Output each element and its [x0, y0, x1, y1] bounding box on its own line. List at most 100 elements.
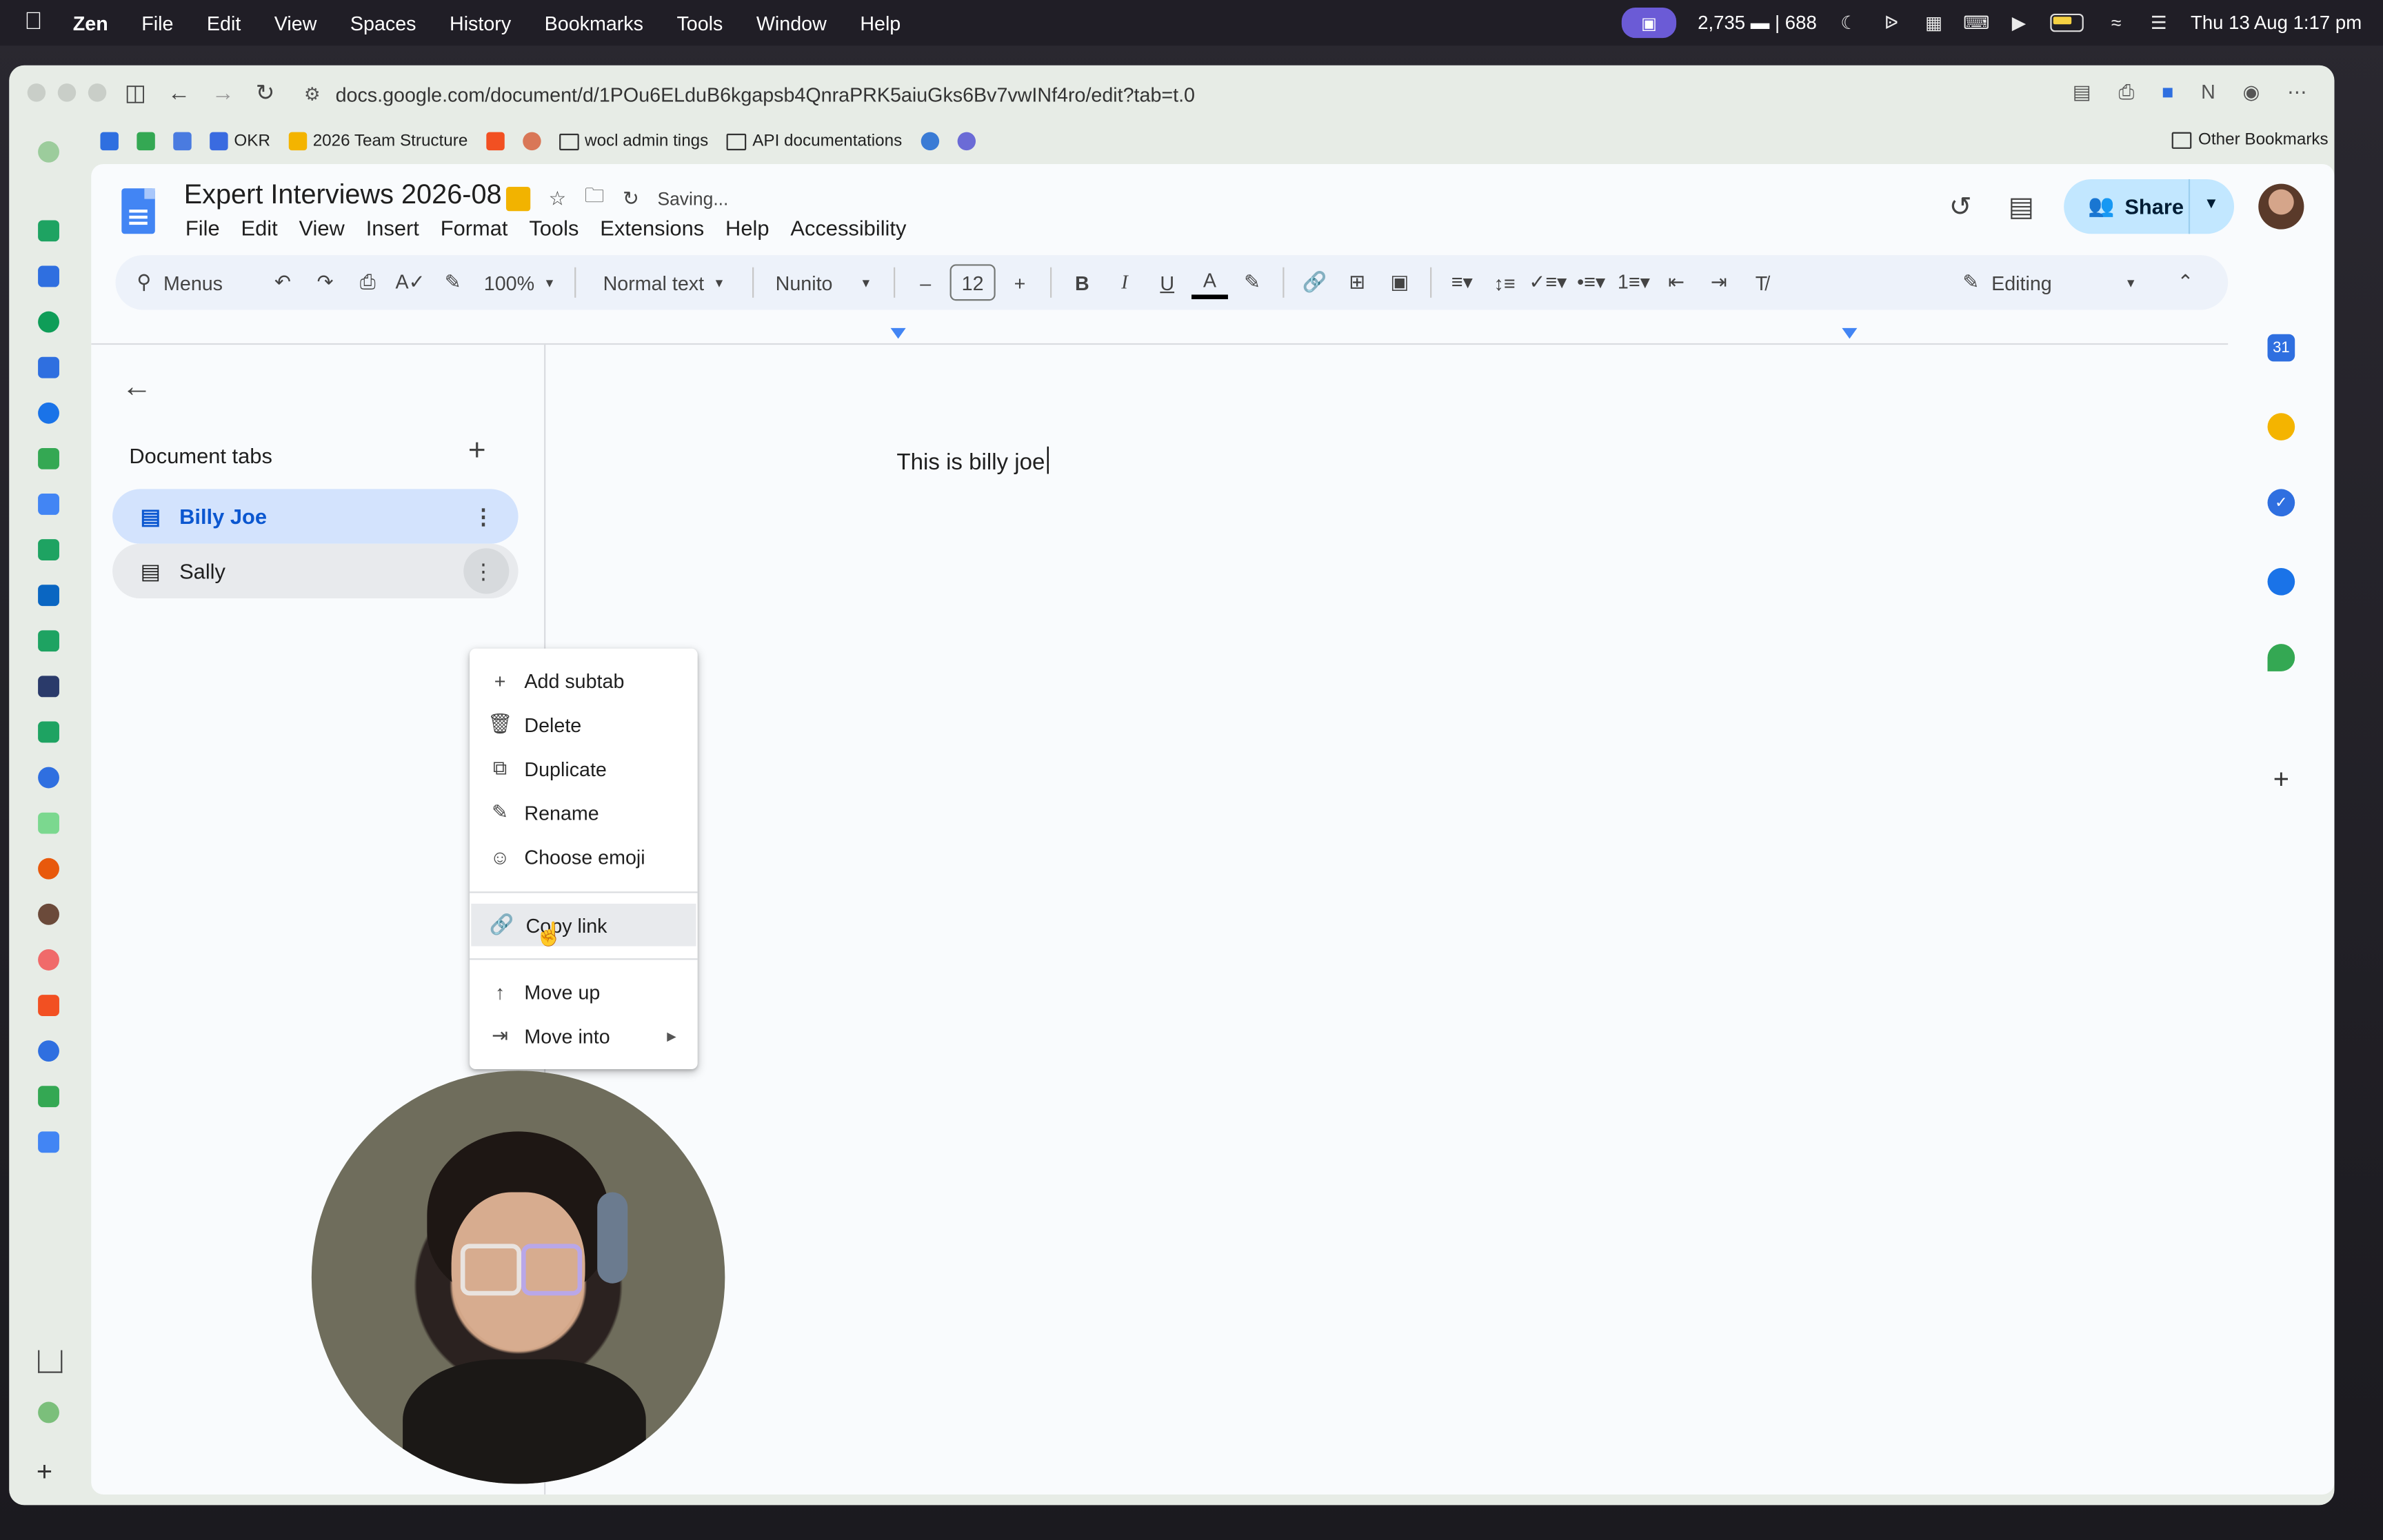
docs-icon[interactable] — [38, 494, 59, 515]
menu-item-delete[interactable]: 🗑 Delete — [470, 703, 698, 746]
webcam-bubble[interactable] — [311, 1071, 725, 1484]
bluetooth-icon[interactable]: ᐉ — [1880, 12, 1902, 34]
screen-record-icon[interactable]: ▣ — [1621, 8, 1677, 39]
docs-logo-icon[interactable] — [121, 188, 155, 234]
pinned-tab-icon[interactable] — [38, 539, 59, 560]
pinned-tab-icon[interactable] — [38, 721, 59, 743]
keyboard-icon[interactable]: ⌨ — [1963, 12, 1989, 34]
move-folder-icon[interactable]: 🗀 — [585, 182, 605, 215]
zen-space-icon[interactable] — [38, 1401, 59, 1424]
minimize-window-button[interactable] — [57, 83, 77, 102]
numbered-list-icon[interactable]: 1≡▾ — [1616, 261, 1652, 304]
maps-icon[interactable] — [2267, 644, 2295, 671]
tasks-icon[interactable]: ✓ — [2267, 489, 2295, 517]
calendar-icon[interactable] — [38, 356, 59, 378]
back-arrow-icon[interactable]: ← — [121, 371, 152, 406]
align-icon[interactable]: ≡▾ — [1444, 261, 1480, 304]
label-icon[interactable] — [505, 186, 531, 212]
play-icon[interactable]: ▶ — [2009, 12, 2030, 34]
menu-item-choose-emoji[interactable]: ☺ Choose emoji — [470, 835, 698, 878]
docs-menu-edit[interactable]: Edit — [241, 216, 277, 240]
bookmark-folder-wocl[interactable]: wocl admin tings — [559, 132, 708, 150]
bookmark-team-structure[interactable]: 2026 Team Structure — [288, 132, 467, 151]
undo-icon[interactable]: ↶ — [265, 261, 301, 304]
app-icon[interactable] — [38, 767, 59, 789]
text-color-icon[interactable]: A — [1192, 267, 1228, 298]
bookmark-11[interactable] — [956, 132, 976, 151]
chrome-icon[interactable] — [38, 402, 59, 424]
docs-menu-extensions[interactable]: Extensions — [600, 216, 704, 240]
more-icon[interactable]: ⋯ — [2287, 81, 2307, 105]
contacts-icon[interactable] — [2267, 567, 2295, 596]
comments-icon[interactable]: ▤ — [2003, 188, 2040, 225]
calendar-icon[interactable]: 31 — [2267, 334, 2295, 362]
hex-icon[interactable] — [38, 676, 59, 698]
menu-spaces[interactable]: Spaces — [350, 12, 416, 34]
tab-sally[interactable]: ▤ Sally ⋮ — [112, 543, 519, 599]
docs-menu-tools[interactable]: Tools — [529, 216, 579, 240]
drive-icon[interactable] — [38, 1086, 59, 1108]
right-indent-marker[interactable] — [1842, 327, 1858, 339]
docs-menu-format[interactable]: Format — [441, 216, 508, 240]
docs-menu-help[interactable]: Help — [725, 216, 769, 240]
menu-history[interactable]: History — [450, 12, 511, 34]
reader-icon[interactable]: ▤ — [2073, 81, 2091, 105]
docs-menu-accessibility[interactable]: Accessibility — [790, 216, 906, 240]
sidebar-toggle-icon[interactable]: ◫ — [125, 79, 146, 106]
pinned-tab-icon[interactable] — [38, 630, 59, 652]
document-title[interactable]: Expert Interviews 2026-08 — [184, 179, 502, 211]
collapse-toolbar-icon[interactable]: ⌃ — [2167, 261, 2204, 304]
star-icon[interactable]: ☆ — [549, 187, 567, 211]
wifi-icon[interactable]: ≈ — [2106, 12, 2127, 34]
notion-icon[interactable]: N — [2201, 81, 2215, 105]
menu-item-rename[interactable]: ✎ Rename — [470, 791, 698, 834]
bookmark-okr[interactable]: OKR — [210, 132, 270, 151]
sheets-icon[interactable] — [38, 311, 59, 333]
bookmark-3[interactable] — [173, 132, 192, 151]
forward-icon[interactable]: → — [212, 80, 234, 105]
underline-icon[interactable]: U — [1149, 261, 1185, 304]
docs-menu-file[interactable]: File — [185, 216, 220, 240]
paint-format-icon[interactable]: ✎ — [434, 261, 471, 304]
menu-item-move-up[interactable]: ↑ Move up — [470, 971, 698, 1013]
menu-window[interactable]: Window — [756, 12, 827, 34]
print-icon[interactable]: ⎙ — [2119, 81, 2135, 105]
menu-item-add-subtab[interactable]: + Add subtab — [470, 659, 698, 702]
linkedin-icon[interactable] — [38, 585, 59, 607]
download-icon[interactable] — [38, 1350, 63, 1373]
app-status-icon[interactable]: ▦ — [1923, 12, 1944, 34]
style-select[interactable]: Normal text ▼ — [588, 261, 740, 304]
menu-view[interactable]: View — [274, 12, 317, 34]
address-bar[interactable]: ⚙ docs.google.com/document/d/1POu6ELduB6… — [292, 74, 2328, 114]
menu-edit[interactable]: Edit — [207, 12, 241, 34]
bookmark-1[interactable] — [100, 132, 119, 151]
docs-icon[interactable] — [38, 1131, 59, 1153]
version-history-icon[interactable]: ↺ — [1942, 188, 1979, 225]
bulleted-list-icon[interactable]: •≡▾ — [1573, 261, 1609, 304]
italic-icon[interactable]: I — [1107, 261, 1143, 304]
checklist-icon[interactable]: ✓≡▾ — [1529, 261, 1567, 304]
add-addon-icon[interactable]: + — [2268, 763, 2295, 793]
print-icon[interactable]: ⎙ — [350, 261, 386, 304]
menu-file[interactable]: File — [141, 12, 173, 34]
app-icon[interactable] — [38, 995, 59, 1016]
docs-menu-view[interactable]: View — [299, 216, 345, 240]
share-button[interactable]: 👥 Share ▼ — [2064, 179, 2235, 234]
highlight-icon[interactable]: ✎ — [1234, 261, 1271, 304]
menu-item-copy-link[interactable]: 🔗 Copy link — [471, 903, 696, 946]
menu-help[interactable]: Help — [860, 12, 901, 34]
account-avatar[interactable] — [2258, 183, 2304, 230]
extension-2-icon[interactable]: ◉ — [2242, 81, 2260, 105]
add-tab-button[interactable]: + — [468, 434, 486, 469]
bold-icon[interactable]: B — [1064, 261, 1100, 304]
calendar-icon[interactable] — [38, 265, 59, 287]
drive-icon[interactable] — [38, 447, 59, 469]
app-icon[interactable] — [38, 903, 59, 925]
close-window-button[interactable] — [27, 83, 46, 102]
menu-item-move-into[interactable]: ⇥ Move into ▶ — [470, 1015, 698, 1057]
asana-icon[interactable] — [38, 949, 59, 971]
moon-icon[interactable]: ☾ — [1838, 12, 1860, 34]
insert-link-icon[interactable]: 🔗 — [1296, 261, 1333, 304]
bookmark-7[interactable] — [522, 132, 541, 151]
bookmark-2[interactable] — [137, 132, 155, 151]
